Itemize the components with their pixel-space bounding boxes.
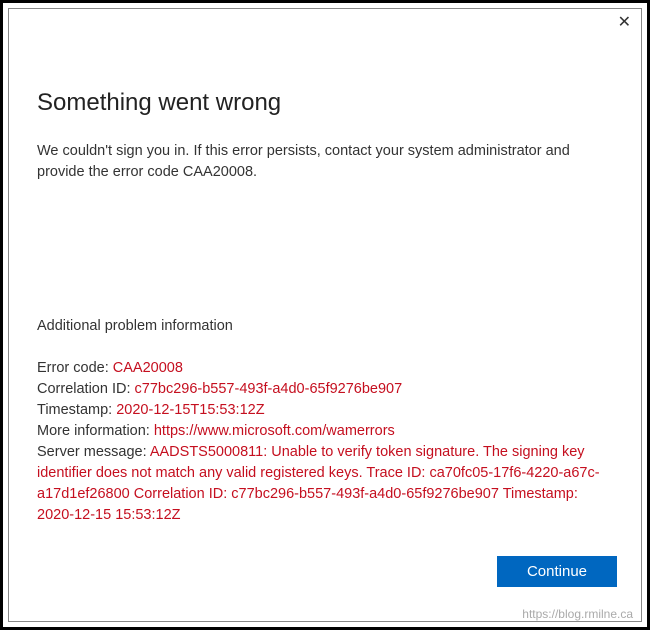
- continue-button[interactable]: Continue: [497, 556, 617, 587]
- watermark-text: https://blog.rmilne.ca: [522, 607, 633, 621]
- problem-details: Error code: CAA20008 Correlation ID: c77…: [37, 358, 613, 526]
- dialog-panel: ✕ Something went wrong We couldn't sign …: [8, 8, 642, 622]
- server-message-row: Server message: AADSTS5000811: Unable to…: [37, 442, 613, 526]
- dialog-frame: ✕ Something went wrong We couldn't sign …: [0, 0, 650, 630]
- error-code-label: Error code:: [37, 360, 113, 376]
- dialog-content: Something went wrong We couldn't sign yo…: [9, 9, 641, 526]
- timestamp-row: Timestamp: 2020-12-15T15:53:12Z: [37, 400, 613, 421]
- server-message-label: Server message:: [37, 444, 150, 460]
- correlation-id-value: c77bc296-b557-493f-a4d0-65f9276be907: [135, 381, 403, 397]
- error-code-row: Error code: CAA20008: [37, 358, 613, 379]
- section-label: Additional problem information: [37, 318, 613, 334]
- error-code-value: CAA20008: [113, 360, 183, 376]
- correlation-id-row: Correlation ID: c77bc296-b557-493f-a4d0-…: [37, 379, 613, 400]
- correlation-id-label: Correlation ID:: [37, 381, 135, 397]
- more-info-row: More information: https://www.microsoft.…: [37, 421, 613, 442]
- dialog-title: Something went wrong: [37, 89, 613, 117]
- more-info-label: More information:: [37, 423, 154, 439]
- close-icon[interactable]: ✕: [618, 15, 631, 31]
- timestamp-value: 2020-12-15T15:53:12Z: [116, 402, 264, 418]
- dialog-message: We couldn't sign you in. If this error p…: [37, 141, 613, 183]
- more-info-value: https://www.microsoft.com/wamerrors: [154, 423, 395, 439]
- timestamp-label: Timestamp:: [37, 402, 116, 418]
